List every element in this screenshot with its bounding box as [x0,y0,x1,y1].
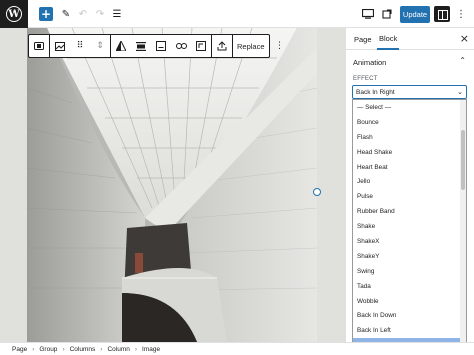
option-item[interactable]: Pulse [353,189,466,204]
update-button[interactable]: Update [400,6,430,23]
option-item[interactable]: Rubber Band [353,204,466,219]
dropdown-scrollbar[interactable] [460,100,466,353]
breadcrumb-item-image[interactable]: Image [142,346,160,353]
option-item[interactable]: Head Shake [353,145,466,160]
close-icon[interactable]: × [460,32,469,45]
breadcrumb-item-columns[interactable]: Columns [70,346,96,353]
wordpress-logo-glyph: W [6,6,22,22]
image-icon[interactable] [52,38,68,54]
more-options-icon[interactable]: ⋮ [455,6,467,22]
tab-page[interactable]: Page [354,28,372,50]
option-item[interactable]: ShakeY [353,249,466,264]
option-item[interactable]: Back In Left [353,323,466,338]
caption-icon[interactable] [153,38,169,54]
image-resize-handle[interactable] [313,188,321,196]
selected-image[interactable] [27,28,317,342]
add-block-button[interactable]: + [39,7,53,21]
crop-icon[interactable] [193,38,209,54]
desktop-preview-icon[interactable] [360,6,376,22]
align-icon[interactable] [133,38,149,54]
block-options-icon[interactable]: ⋮ [272,38,288,54]
external-preview-icon[interactable] [380,6,394,22]
option-item[interactable]: Heart Beat [353,160,466,175]
replace-button[interactable]: Replace [233,42,269,51]
option-item[interactable]: Jello [353,174,466,189]
settings-sidebar: Page Block × Animation ⌃ EFFECT Back In … [345,28,474,354]
options-group: ⋮ [270,35,290,57]
upload-icon[interactable] [214,38,230,54]
block-toolbar: ⠿ ⇕ Replace ⋮ [28,34,284,58]
option-item[interactable]: Tada [353,279,466,294]
option-item[interactable]: — Select — [353,100,466,115]
option-item[interactable]: Shake [353,219,466,234]
list-view-icon[interactable]: ☰ [110,6,124,22]
option-item[interactable]: ShakeX [353,234,466,249]
chevron-up-icon[interactable]: ⌃ [459,56,466,65]
effect-options-list: — Select — Bounce Flash Head Shake Heart… [352,99,467,354]
breadcrumb-separator: › [100,345,103,353]
drag-handle-icon[interactable]: ⠿ [72,38,88,54]
replace-group: Replace [233,35,270,57]
sidebar-tabs: Page Block × [346,28,474,50]
option-item[interactable]: Flash [353,130,466,145]
effect-select-value: Back In Right [356,88,395,96]
effect-select[interactable]: Back In Right ⌄ [352,85,467,99]
option-item[interactable]: Wobble [353,294,466,309]
link-icon[interactable] [173,38,189,54]
duotone-icon[interactable] [113,38,129,54]
settings-icon[interactable] [434,6,450,22]
format-controls-group [111,35,212,57]
breadcrumb-item-column[interactable]: Column [107,346,129,353]
breadcrumb-separator: › [32,345,35,353]
breadcrumb: Page › Group › Columns › Column › Image [0,342,474,355]
wordpress-logo-icon[interactable]: W [0,0,28,28]
redo-icon[interactable]: ↷ [93,6,107,22]
scrollbar-thumb[interactable] [461,130,465,190]
chevron-down-icon: ⌄ [457,88,463,96]
animation-section-title[interactable]: Animation [353,58,386,67]
undo-icon[interactable]: ↶ [76,6,90,22]
option-item[interactable]: Swing [353,264,466,279]
effect-label: EFFECT [353,76,378,82]
image-controls-group: ⠿ ⇕ [50,35,111,57]
pencil-icon[interactable]: ✎ [59,6,73,22]
tab-block[interactable]: Block [377,28,400,50]
move-up-down-icon[interactable]: ⇕ [92,38,108,54]
editor-top-bar: W + ✎ ↶ ↷ ☰ Update ⋮ [0,0,474,28]
option-item[interactable]: Bounce [353,115,466,130]
block-type-icon[interactable] [31,38,47,54]
option-item[interactable]: Back In Down [353,308,466,323]
upload-group [212,35,233,57]
breadcrumb-separator: › [62,345,65,353]
block-switcher-group [29,35,50,57]
breadcrumb-separator: › [134,345,138,353]
breadcrumb-item-page[interactable]: Page [12,346,27,353]
breadcrumb-item-group[interactable]: Group [39,346,57,353]
